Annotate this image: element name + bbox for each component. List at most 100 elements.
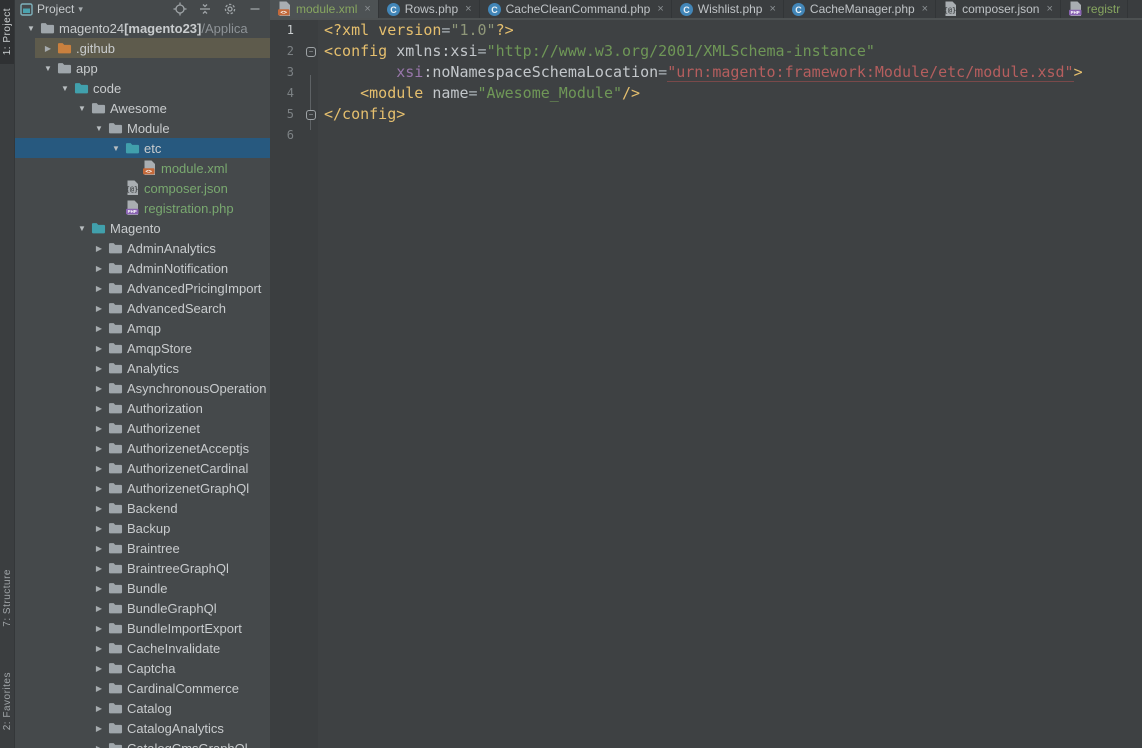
- chevron-right-icon[interactable]: ▶: [91, 304, 107, 313]
- chevron-down-icon[interactable]: ▼: [74, 224, 90, 233]
- chevron-right-icon[interactable]: ▶: [91, 284, 107, 293]
- chevron-right-icon[interactable]: ▶: [91, 724, 107, 733]
- chevron-right-icon[interactable]: ▶: [91, 504, 107, 513]
- tree-row-adminanalytics[interactable]: ▶AdminAnalytics: [15, 238, 270, 258]
- tree-row-authorization[interactable]: ▶Authorization: [15, 398, 270, 418]
- tree-row-captcha[interactable]: ▶Captcha: [15, 658, 270, 678]
- tree-row-catalogcmsgraphql[interactable]: ▶CatalogCmsGraphQl: [15, 738, 270, 748]
- folder-icon: [107, 240, 123, 256]
- tree-row-bundleimportexport[interactable]: ▶BundleImportExport: [15, 618, 270, 638]
- chevron-right-icon[interactable]: ▶: [91, 664, 107, 673]
- tab-cachemanager.php[interactable]: CCacheManager.php×: [784, 0, 936, 18]
- tab-module.xml[interactable]: <>module.xml×: [270, 0, 379, 18]
- tree-row-braintreegraphql[interactable]: ▶BraintreeGraphQl: [15, 558, 270, 578]
- tree-row-amqpstore[interactable]: ▶AmqpStore: [15, 338, 270, 358]
- fold-marker-icon[interactable]: −: [306, 47, 316, 57]
- chevron-right-icon[interactable]: ▶: [91, 264, 107, 273]
- settings-icon[interactable]: [223, 2, 237, 16]
- tree-row-cataloganalytics[interactable]: ▶CatalogAnalytics: [15, 718, 270, 738]
- tree-row-authorizenetcardinal[interactable]: ▶AuthorizenetCardinal: [15, 458, 270, 478]
- close-icon[interactable]: ×: [1046, 3, 1052, 15]
- fold-marker-icon[interactable]: −: [306, 110, 316, 120]
- tree-row-composer.json[interactable]: {@}composer.json: [15, 178, 270, 198]
- tree-row-advancedpricingimport[interactable]: ▶AdvancedPricingImport: [15, 278, 270, 298]
- tree-row-asynchronousoperation[interactable]: ▶AsynchronousOperation: [15, 378, 270, 398]
- chevron-right-icon[interactable]: ▶: [91, 584, 107, 593]
- tree-row-authorizenetgraphql[interactable]: ▶AuthorizenetGraphQl: [15, 478, 270, 498]
- code-area[interactable]: <?xml version="1.0"?><config xmlns:xsi="…: [318, 20, 1142, 748]
- tree-row-module.xml[interactable]: <>module.xml: [15, 158, 270, 178]
- tree-row-backend[interactable]: ▶Backend: [15, 498, 270, 518]
- stripe-button----favorites[interactable]: 2: Favorites: [0, 656, 14, 746]
- chevron-right-icon[interactable]: ▶: [91, 464, 107, 473]
- tree-row-bundle[interactable]: ▶Bundle: [15, 578, 270, 598]
- chevron-right-icon[interactable]: ▶: [91, 444, 107, 453]
- tree-row-amqp[interactable]: ▶Amqp: [15, 318, 270, 338]
- chevron-right-icon[interactable]: ▶: [91, 484, 107, 493]
- chevron-down-icon[interactable]: ▼: [23, 24, 39, 33]
- chevron-right-icon[interactable]: ▶: [91, 244, 107, 253]
- chevron-down-icon[interactable]: ▼: [40, 64, 56, 73]
- tree-row-magento24[interactable]: ▼magento24 [magento23] /Applica: [15, 18, 270, 38]
- chevron-right-icon[interactable]: ▶: [91, 324, 107, 333]
- tree-row-app[interactable]: ▼app: [15, 58, 270, 78]
- tree-row-registration.php[interactable]: PHPregistration.php: [15, 198, 270, 218]
- chevron-right-icon[interactable]: ▶: [91, 404, 107, 413]
- tree-row-braintree[interactable]: ▶Braintree: [15, 538, 270, 558]
- hide-icon[interactable]: [248, 2, 262, 16]
- tree-row-magento[interactable]: ▼Magento: [15, 218, 270, 238]
- chevron-down-icon[interactable]: ▼: [91, 124, 107, 133]
- chevron-right-icon[interactable]: ▶: [91, 564, 107, 573]
- tree-row-adminnotification[interactable]: ▶AdminNotification: [15, 258, 270, 278]
- tree-row-authorizenetacceptjs[interactable]: ▶AuthorizenetAcceptjs: [15, 438, 270, 458]
- code-editor[interactable]: 12−345−6 <?xml version="1.0"?><config xm…: [270, 20, 1142, 748]
- tree-row-catalog[interactable]: ▶Catalog: [15, 698, 270, 718]
- project-panel-title[interactable]: Project: [37, 2, 74, 16]
- close-icon[interactable]: ×: [769, 3, 775, 15]
- tree-row-backup[interactable]: ▶Backup: [15, 518, 270, 538]
- tree-row-cardinalcommerce[interactable]: ▶CardinalCommerce: [15, 678, 270, 698]
- chevron-down-icon[interactable]: ▼: [74, 104, 90, 113]
- tab-registr[interactable]: PHPregistr: [1061, 0, 1128, 18]
- locate-icon[interactable]: [173, 2, 187, 16]
- chevron-right-icon[interactable]: ▶: [91, 524, 107, 533]
- chevron-down-icon[interactable]: ▾: [78, 4, 83, 15]
- chevron-right-icon[interactable]: ▶: [91, 744, 107, 748]
- close-icon[interactable]: ×: [657, 3, 663, 15]
- project-tree[interactable]: ▼magento24 [magento23] /Applica▶.github▼…: [15, 18, 270, 748]
- tab-composer.json[interactable]: {@}composer.json×: [936, 0, 1061, 18]
- close-icon[interactable]: ×: [364, 3, 370, 15]
- chevron-right-icon[interactable]: ▶: [91, 644, 107, 653]
- tree-row-authorizenet[interactable]: ▶Authorizenet: [15, 418, 270, 438]
- chevron-right-icon[interactable]: ▶: [91, 624, 107, 633]
- tree-row-analytics[interactable]: ▶Analytics: [15, 358, 270, 378]
- tab-rows.php[interactable]: CRows.php×: [379, 0, 480, 18]
- chevron-right-icon[interactable]: ▶: [91, 704, 107, 713]
- tree-row-code[interactable]: ▼code: [15, 78, 270, 98]
- chevron-down-icon[interactable]: ▼: [108, 144, 124, 153]
- tree-row-bundlegraphql[interactable]: ▶BundleGraphQl: [15, 598, 270, 618]
- tree-row-module[interactable]: ▼Module: [15, 118, 270, 138]
- chevron-right-icon[interactable]: ▶: [91, 364, 107, 373]
- tree-row-cacheinvalidate[interactable]: ▶CacheInvalidate: [15, 638, 270, 658]
- chevron-right-icon[interactable]: ▶: [91, 684, 107, 693]
- stripe-button----project[interactable]: 1: Project: [0, 0, 14, 64]
- tree-row-.github[interactable]: ▶.github: [15, 38, 270, 58]
- tree-row-advancedsearch[interactable]: ▶AdvancedSearch: [15, 298, 270, 318]
- folder-icon: [107, 360, 123, 376]
- stripe-button----structure[interactable]: 7: Structure: [0, 552, 14, 644]
- close-icon[interactable]: ×: [922, 3, 928, 15]
- tree-row-etc[interactable]: ▼etc: [15, 138, 270, 158]
- collapse-all-icon[interactable]: [198, 2, 212, 16]
- chevron-down-icon[interactable]: ▼: [57, 84, 73, 93]
- chevron-right-icon[interactable]: ▶: [91, 544, 107, 553]
- chevron-right-icon[interactable]: ▶: [91, 384, 107, 393]
- tree-row-awesome[interactable]: ▼Awesome: [15, 98, 270, 118]
- chevron-right-icon[interactable]: ▶: [40, 44, 56, 53]
- chevron-right-icon[interactable]: ▶: [91, 604, 107, 613]
- tab-cachecleancommand.php[interactable]: CCacheCleanCommand.php×: [480, 0, 672, 18]
- chevron-right-icon[interactable]: ▶: [91, 424, 107, 433]
- tab-wishlist.php[interactable]: CWishlist.php×: [672, 0, 784, 18]
- chevron-right-icon[interactable]: ▶: [91, 344, 107, 353]
- close-icon[interactable]: ×: [465, 3, 471, 15]
